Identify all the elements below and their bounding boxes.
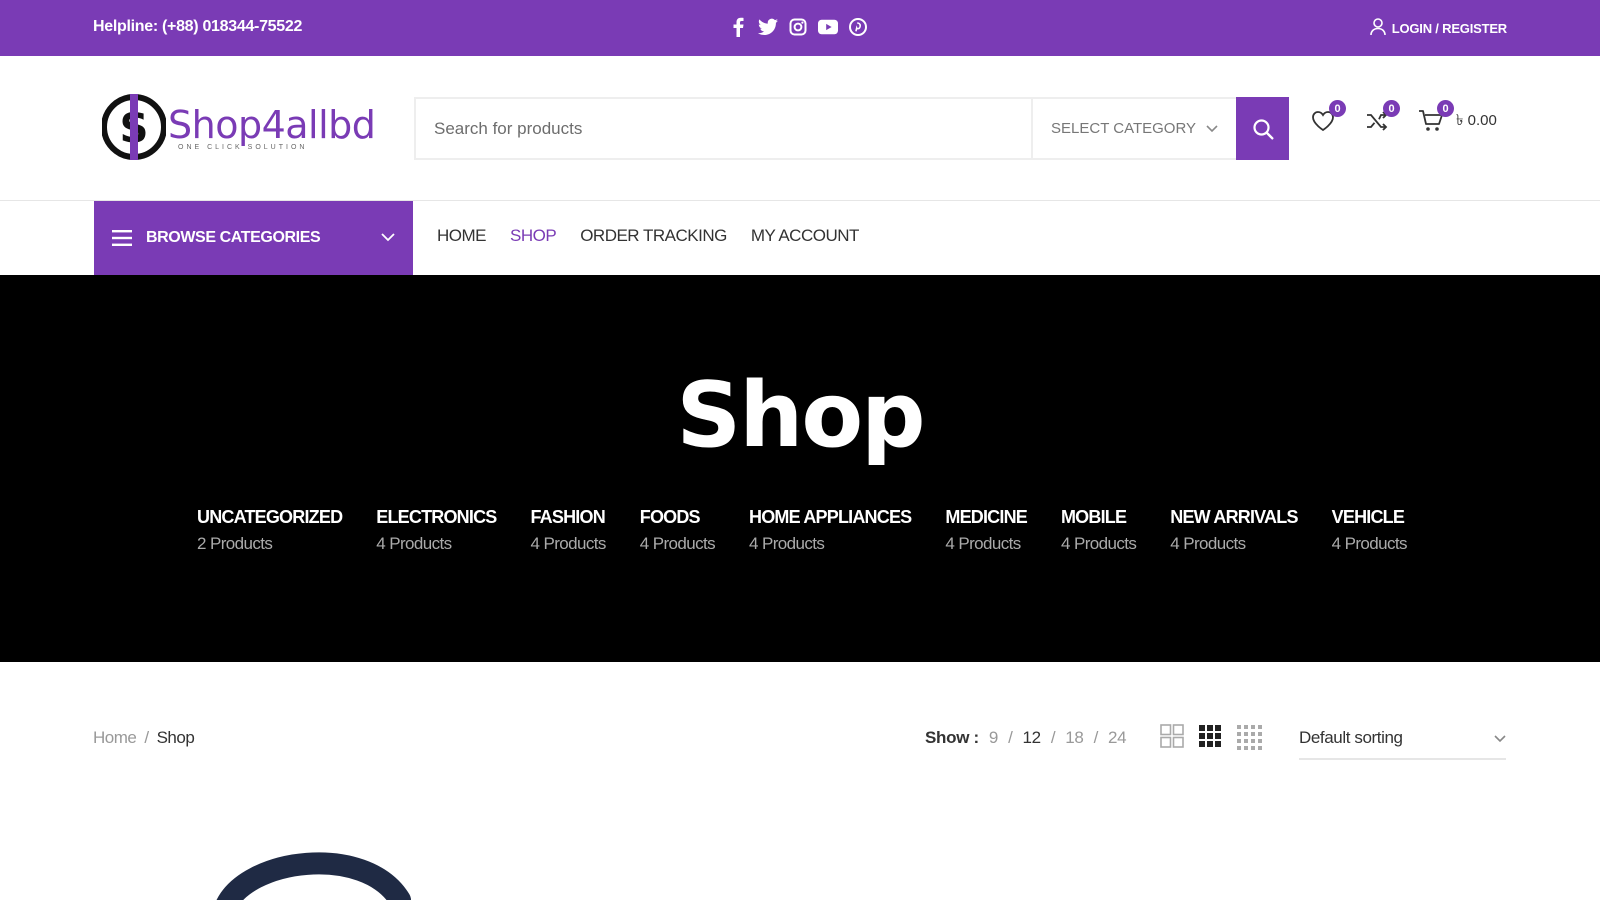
- category-link-foods[interactable]: FOODS 4 Products: [639, 507, 716, 554]
- nav-item-my-account[interactable]: MY ACCOUNT: [751, 226, 860, 246]
- grid-3-columns-icon[interactable]: [1198, 724, 1224, 750]
- search-input[interactable]: [416, 99, 1031, 158]
- category-name: ELECTRONICS: [376, 507, 497, 527]
- category-count: 4 Products: [530, 534, 606, 553]
- search-icon: [1252, 118, 1273, 139]
- login-register-link[interactable]: LOGIN / REGISTER: [1369, 18, 1507, 39]
- navigation-row: BROWSE CATEGORIES HOME SHOP ORDER TRACKI…: [0, 201, 1600, 275]
- twitter-icon[interactable]: [758, 16, 778, 38]
- breadcrumb-current: Shop: [156, 728, 195, 747]
- login-register-label: LOGIN / REGISTER: [1391, 21, 1507, 36]
- nav-item-order-tracking[interactable]: ORDER TRACKING: [580, 226, 727, 246]
- site-header: S Shop4allbd ONE CLICK SOLUTION SELECT C…: [0, 56, 1600, 201]
- per-page-option-9[interactable]: 9: [989, 728, 998, 748]
- per-page-option-24[interactable]: 24: [1108, 728, 1127, 748]
- page-title-banner: Shop UNCATEGORIZED 2 Products ELECTRONIC…: [0, 275, 1600, 662]
- search-bar: SELECT CATEGORY: [414, 97, 1289, 160]
- main-menu: HOME SHOP ORDER TRACKING MY ACCOUNT: [437, 226, 859, 246]
- category-count: 4 Products: [1060, 534, 1137, 553]
- chevron-down-icon: [1206, 120, 1218, 137]
- per-page-option-12[interactable]: 12: [1023, 728, 1042, 748]
- sorting-label: Default sorting: [1299, 728, 1403, 747]
- category-link-medicine[interactable]: MEDICINE 4 Products: [945, 507, 1027, 554]
- category-name: MOBILE: [1060, 507, 1127, 527]
- chevron-down-icon: [1494, 728, 1506, 748]
- pinterest-icon[interactable]: [848, 16, 868, 38]
- per-page-separator: /: [1050, 728, 1056, 747]
- category-name: FASHION: [530, 507, 605, 527]
- category-select-label: SELECT CATEGORY: [1051, 120, 1197, 137]
- category-link-mobile[interactable]: MOBILE 4 Products: [1060, 507, 1137, 554]
- browse-categories-label: BROWSE CATEGORIES: [146, 229, 321, 246]
- compare-count-badge: 0: [1383, 100, 1400, 117]
- category-link-fashion[interactable]: FASHION 4 Products: [530, 507, 606, 554]
- top-bar: Helpline: (+88) 018344-75522 LOGIN / REG…: [0, 0, 1600, 56]
- facebook-icon[interactable]: [728, 16, 748, 38]
- header-actions: 0 0 0 ৳ 0.00: [1310, 100, 1497, 134]
- category-links: UNCATEGORIZED 2 Products ELECTRONICS 4 P…: [197, 507, 1441, 554]
- per-page-label: Show :: [925, 728, 979, 747]
- nav-item-home[interactable]: HOME: [437, 226, 487, 246]
- category-count: 2 Products: [197, 534, 273, 553]
- per-page-separator: /: [1008, 728, 1013, 747]
- category-name: NEW ARRIVALS: [1170, 507, 1298, 527]
- category-link-home-appliances[interactable]: HOME APPLIANCES 4 Products: [749, 507, 912, 554]
- category-count: 4 Products: [639, 534, 716, 553]
- cart-count-badge: 0: [1437, 100, 1454, 117]
- per-page-option-18[interactable]: 18: [1065, 728, 1084, 748]
- category-name: UNCATEGORIZED: [197, 507, 343, 527]
- sorting-select[interactable]: Default sorting: [1299, 718, 1506, 760]
- nav-item-shop[interactable]: SHOP: [510, 226, 557, 246]
- wishlist-button[interactable]: 0: [1310, 100, 1346, 134]
- compare-button[interactable]: 0: [1364, 100, 1400, 134]
- grid-view-switcher: [1160, 724, 1262, 750]
- category-name: VEHICLE: [1331, 507, 1405, 527]
- category-link-electronics[interactable]: ELECTRONICS 4 Products: [376, 507, 497, 554]
- instagram-icon[interactable]: [788, 16, 808, 38]
- breadcrumb-home-link[interactable]: Home: [93, 728, 137, 747]
- breadcrumb: Home / Shop: [93, 728, 195, 748]
- category-link-new-arrivals[interactable]: NEW ARRIVALS 4 Products: [1170, 507, 1298, 554]
- grid-4-columns-icon[interactable]: [1236, 724, 1262, 750]
- site-logo[interactable]: S Shop4allbd ONE CLICK SOLUTION: [102, 90, 376, 164]
- wishlist-count-badge: 0: [1329, 100, 1346, 117]
- shop-toolbar: Home / Shop Show : 9 / 12 / 18 / 24 Defaul…: [0, 662, 1600, 802]
- youtube-icon[interactable]: [818, 16, 838, 38]
- products-per-page: Show : 9 / 12 / 18 / 24: [925, 728, 1127, 748]
- category-link-uncategorized[interactable]: UNCATEGORIZED 2 Products: [197, 507, 343, 554]
- cart-button[interactable]: 0: [1418, 100, 1454, 134]
- helpline-text: Helpline: (+88) 018344-75522: [93, 18, 303, 35]
- logo-brand-text: Shop4allbd: [168, 103, 376, 147]
- category-count: 4 Products: [1331, 534, 1408, 553]
- grid-2-columns-icon[interactable]: [1160, 724, 1186, 750]
- page-title: Shop: [676, 363, 925, 468]
- hamburger-icon: [112, 230, 132, 246]
- logo-tagline: ONE CLICK SOLUTION: [178, 144, 308, 151]
- breadcrumb-separator: /: [144, 728, 149, 747]
- search-button[interactable]: [1236, 97, 1289, 160]
- category-count: 4 Products: [749, 534, 825, 553]
- browse-categories-button[interactable]: BROWSE CATEGORIES: [94, 201, 413, 275]
- social-links: [728, 16, 868, 38]
- category-name: MEDICINE: [945, 507, 1027, 527]
- category-count: 4 Products: [945, 534, 1021, 553]
- user-icon: [1369, 18, 1386, 39]
- category-count: 4 Products: [1170, 534, 1246, 553]
- category-select[interactable]: SELECT CATEGORY: [1031, 99, 1236, 158]
- category-name: FOODS: [639, 507, 701, 527]
- logo-mark-icon: S: [102, 94, 166, 160]
- product-image[interactable]: [215, 848, 415, 900]
- category-link-vehicle[interactable]: VEHICLE 4 Products: [1331, 507, 1408, 554]
- chevron-down-icon: [381, 229, 395, 247]
- cart-total[interactable]: ৳ 0.00: [1456, 109, 1497, 134]
- category-name: HOME APPLIANCES: [749, 507, 912, 527]
- per-page-separator: /: [1093, 728, 1099, 747]
- category-count: 4 Products: [376, 534, 452, 553]
